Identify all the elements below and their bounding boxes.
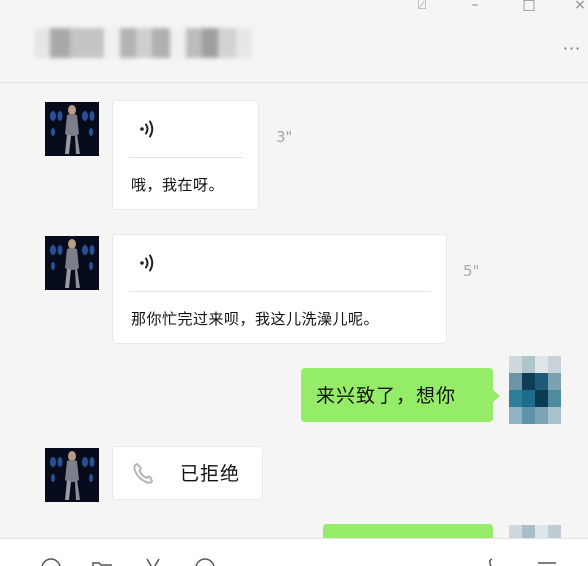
input-toolbar xyxy=(0,538,588,566)
emoji-icon[interactable] xyxy=(40,557,62,566)
contact-avatar[interactable] xyxy=(45,448,99,502)
contact-avatar[interactable] xyxy=(45,236,99,290)
voice-message-bubble[interactable]: 那你忙完过来呗，我这儿洗澡儿呢。 xyxy=(112,234,447,344)
voice-duration: 3" xyxy=(276,128,293,146)
pin-icon[interactable]: ⍁ xyxy=(410,0,434,16)
video-icon[interactable] xyxy=(536,557,558,566)
voice-divider xyxy=(129,291,431,292)
phone-icon xyxy=(133,463,153,484)
chat-history-icon[interactable] xyxy=(194,557,216,566)
voice-wave-icon xyxy=(140,120,154,138)
voice-duration: 5" xyxy=(463,262,480,280)
voice-transcript: 那你忙完过来呗，我这儿洗澡儿呢。 xyxy=(131,310,380,328)
folder-icon[interactable] xyxy=(91,557,113,566)
scissors-icon[interactable] xyxy=(142,557,164,566)
contact-avatar[interactable] xyxy=(45,102,99,156)
sent-message-bubble[interactable]: 来兴致了，想你 xyxy=(301,368,500,422)
call-icon[interactable] xyxy=(486,557,508,566)
voice-divider xyxy=(129,157,243,158)
call-record-bubble[interactable]: 已拒绝 xyxy=(112,446,263,500)
message-text: 来兴致了，想你 xyxy=(316,385,457,407)
contact-name-blurred xyxy=(34,28,252,58)
voice-message-bubble[interactable]: 哦，我在呀。 xyxy=(112,100,259,210)
chat-header: ⍁ – □ × ··· xyxy=(0,0,588,83)
voice-transcript: 哦，我在呀。 xyxy=(131,176,225,194)
voice-wave-icon xyxy=(140,254,154,272)
maximize-icon[interactable]: □ xyxy=(517,0,541,16)
close-icon[interactable]: × xyxy=(568,0,588,16)
self-avatar[interactable] xyxy=(509,356,561,424)
call-status-text: 已拒绝 xyxy=(180,463,241,485)
more-icon[interactable]: ··· xyxy=(558,40,586,58)
message-list[interactable]: 哦，我在呀。 3" 那你忙完过来呗，我这儿洗澡儿呢。 5" 来兴致了，想你 已拒… xyxy=(0,84,588,558)
minimize-icon[interactable]: – xyxy=(463,0,487,16)
